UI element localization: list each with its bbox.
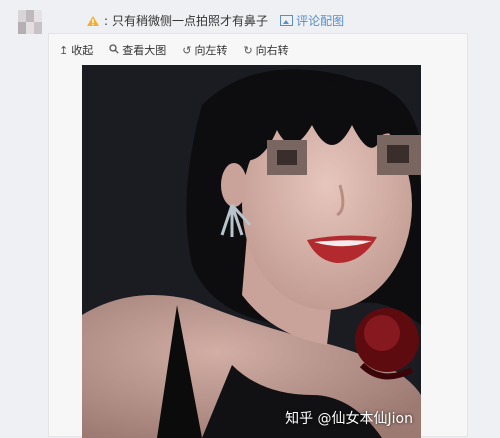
comment-image-link[interactable]: 评论配图	[280, 12, 344, 29]
collapse-button[interactable]: ↥ 收起	[59, 42, 93, 58]
watermark: 知乎 @仙女本仙Jion	[285, 411, 413, 427]
view-large-label: 查看大图	[122, 44, 167, 57]
comment-line: : 只有稍微侧一点拍照才有鼻子 评论配图	[86, 12, 344, 29]
magnifier-icon	[109, 43, 119, 57]
image-viewer-card: ↥ 收起 查看大图 ↺ 向左转 ↻ 向右转 知乎 @仙女本仙Jion	[48, 33, 468, 438]
comment-image-label: 评论配图	[296, 14, 345, 28]
comment-text: 只有稍微侧一点拍照才有鼻子	[112, 14, 269, 28]
rotate-right-icon: ↻	[243, 43, 253, 57]
avatar[interactable]	[18, 10, 42, 34]
rotate-left-label: 向左转	[194, 44, 228, 57]
collapse-arrow-icon: ↥	[59, 43, 69, 57]
image-toolbar: ↥ 收起 查看大图 ↺ 向左转 ↻ 向右转	[59, 42, 289, 58]
rotate-left-button[interactable]: ↺ 向左转	[182, 42, 227, 58]
portrait-illustration	[82, 65, 421, 438]
sad-face-icon	[86, 15, 100, 27]
view-large-button[interactable]: 查看大图	[109, 42, 166, 58]
image-icon	[280, 15, 294, 26]
rotate-right-button[interactable]: ↻ 向右转	[243, 42, 288, 58]
rotate-left-icon: ↺	[182, 43, 192, 57]
collapse-label: 收起	[71, 44, 94, 57]
rotate-right-label: 向右转	[255, 44, 289, 57]
post-photo[interactable]: 知乎 @仙女本仙Jion	[82, 65, 421, 438]
